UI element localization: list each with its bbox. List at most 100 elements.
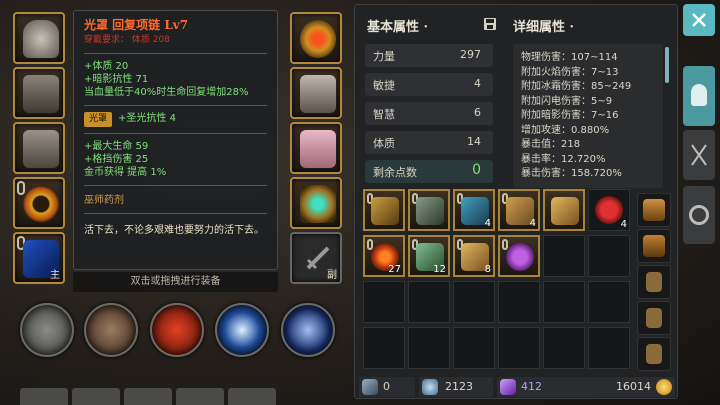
bottom-tab[interactable] xyxy=(124,388,172,405)
skill-spin[interactable] xyxy=(215,303,269,357)
inventory-slot[interactable] xyxy=(588,327,630,369)
scroll-icon xyxy=(551,197,579,225)
skill-fire-strike[interactable] xyxy=(150,303,204,357)
inventory-slot[interactable] xyxy=(363,327,405,369)
item-stat: +暗影抗性 71 xyxy=(84,74,149,85)
inventory-slot[interactable] xyxy=(588,281,630,323)
item-flavor-text: 活下去，不论多艰难也要努力的活下去。 xyxy=(84,225,264,236)
potion-icon xyxy=(595,196,623,224)
item-tooltip: 光罩 回复项链 Lv7 穿戴要求： 体质 208 +体质 20 +暗影抗性 71… xyxy=(73,10,278,270)
equip-slot-legs[interactable] xyxy=(13,122,65,174)
crossed-swords-icon xyxy=(691,144,707,166)
inventory-slot[interactable] xyxy=(408,327,450,369)
inventory-item[interactable]: 4 xyxy=(588,189,630,231)
basic-attributes-title: 基本属性 · xyxy=(367,20,429,35)
inventory-slot[interactable] xyxy=(543,281,585,323)
inventory-slot[interactable] xyxy=(498,281,540,323)
gem-icon xyxy=(500,379,516,395)
bag-slot[interactable] xyxy=(637,265,671,299)
divider xyxy=(84,213,267,214)
inventory-item[interactable]: 27 xyxy=(363,235,405,277)
currency-stones: 2123 xyxy=(419,377,493,397)
equip-slot-offhand[interactable]: 副 xyxy=(290,232,342,284)
equip-slot-main-weapon[interactable]: 主 xyxy=(13,232,65,284)
detail-scrollbar[interactable] xyxy=(665,47,669,83)
inventory-item[interactable]: 12 xyxy=(408,235,450,277)
bottom-tab[interactable] xyxy=(72,388,120,405)
skill-slash[interactable] xyxy=(20,303,74,357)
bag-slot[interactable] xyxy=(637,337,671,371)
inventory-slot[interactable] xyxy=(408,281,450,323)
tab-character[interactable] xyxy=(683,66,715,126)
bottom-tab[interactable] xyxy=(176,388,224,405)
detail-stat: 暴击值：218 xyxy=(521,139,581,150)
inventory-item[interactable] xyxy=(498,235,540,277)
equip-slot-amulet[interactable] xyxy=(290,177,342,229)
attribute-value: 14 xyxy=(467,135,481,148)
item-count: 27 xyxy=(388,264,401,275)
gold-coin-icon xyxy=(656,379,672,395)
character-panel: 基本属性 · 详细属性 · 力量 297 敏捷 4 智慧 6 体质 14 剩余点… xyxy=(354,4,678,399)
equip-slot-necklace[interactable] xyxy=(290,12,342,64)
detail-stat: 附加闪电伤害：5~9 xyxy=(521,95,613,107)
detail-stat: 附加冰霜伤害：85~249 xyxy=(521,81,632,92)
bag-slot[interactable] xyxy=(637,229,671,263)
equip-slot-boots[interactable] xyxy=(290,122,342,174)
inventory-item[interactable]: 8 xyxy=(453,235,495,277)
detail-stat: 附加火焰伤害：7~13 xyxy=(521,66,619,78)
inventory-slot[interactable] xyxy=(543,235,585,277)
attribute-value: 4 xyxy=(474,77,481,90)
remaining-points: 剩余点数 0 xyxy=(365,160,493,183)
inventory-slot[interactable] xyxy=(498,327,540,369)
amulet-icon xyxy=(300,185,336,223)
equip-slot-armor[interactable] xyxy=(13,67,65,119)
equip-slot-gloves[interactable] xyxy=(290,67,342,119)
set-tag: 光罩 xyxy=(84,112,113,127)
skill-summon[interactable] xyxy=(281,303,335,357)
stones-amount: 2123 xyxy=(445,380,473,393)
detail-stat: 物理伤害：107~114 xyxy=(521,52,618,63)
helmet-icon xyxy=(23,20,59,58)
inventory-slot[interactable] xyxy=(453,281,495,323)
inventory-slot[interactable] xyxy=(543,327,585,369)
inventory-item[interactable]: 4 xyxy=(498,189,540,231)
bag-slot[interactable] xyxy=(637,193,671,227)
item-stat: +最大生命 59 xyxy=(84,141,149,152)
detail-attributes-title: 详细属性 · xyxy=(513,20,575,35)
equip-slot-ring[interactable] xyxy=(13,177,65,229)
item-stat: 当血量低于40%时生命回复增加28% xyxy=(84,87,249,98)
armor-icon xyxy=(23,75,59,113)
bottom-tab[interactable] xyxy=(228,388,276,405)
item-count: 4 xyxy=(529,218,536,229)
inventory-item[interactable] xyxy=(408,189,450,231)
stone-icon xyxy=(422,379,438,395)
scroll-icon xyxy=(371,197,399,225)
axe-icon xyxy=(416,197,444,225)
item-requirement: 穿戴要求： 体质 208 xyxy=(84,35,170,45)
item-stat: 金币获得 提高 1% xyxy=(84,167,167,178)
detail-stat: 附加暗影伤害：7~16 xyxy=(521,110,619,121)
save-icon[interactable] xyxy=(483,17,497,31)
bag-icon xyxy=(646,272,662,292)
detail-stats-list[interactable]: 物理伤害：107~114 附加火焰伤害：7~13 附加冰霜伤害：85~249 附… xyxy=(513,44,663,188)
necklace-icon xyxy=(300,20,336,58)
attribute-constitution: 体质 14 xyxy=(365,131,493,154)
inventory-item[interactable] xyxy=(543,189,585,231)
inventory-slot[interactable] xyxy=(363,281,405,323)
inventory-slot[interactable] xyxy=(588,235,630,277)
bag-slot[interactable] xyxy=(637,301,671,335)
tab-settings[interactable] xyxy=(683,186,715,244)
close-button[interactable] xyxy=(683,4,715,36)
detail-stat: 增加攻速：0.880% xyxy=(521,124,610,136)
tab-weapons[interactable] xyxy=(683,130,715,180)
bottom-tab[interactable] xyxy=(20,388,68,405)
main-hand-label: 主 xyxy=(50,270,60,281)
helmet-icon xyxy=(691,84,707,106)
skill-whirlwind[interactable] xyxy=(84,303,138,357)
item-title: 光罩 回复项链 Lv7 xyxy=(84,18,189,32)
equip-slot-helmet[interactable] xyxy=(13,12,65,64)
divider xyxy=(84,185,267,186)
inventory-item[interactable] xyxy=(363,189,405,231)
inventory-item[interactable]: 4 xyxy=(453,189,495,231)
inventory-slot[interactable] xyxy=(453,327,495,369)
